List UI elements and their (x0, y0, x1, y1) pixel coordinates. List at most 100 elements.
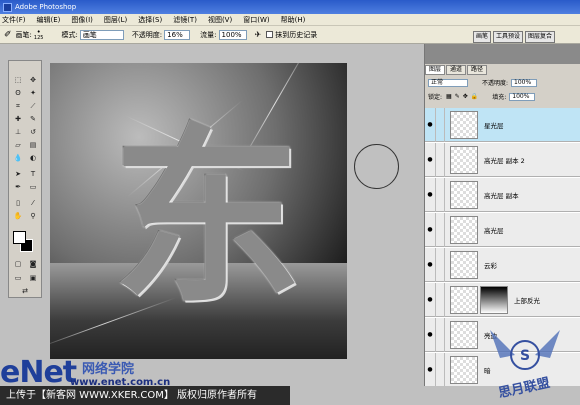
layer-name: 高光层 副本 2 (484, 156, 525, 165)
healing-brush-icon[interactable]: ✚ (12, 114, 24, 124)
mode-label: 模式: (61, 30, 78, 39)
eraser-tool-icon[interactable]: ▱ (12, 140, 24, 150)
hand-tool-icon[interactable]: ✋ (12, 211, 24, 221)
opacity-field[interactable]: 16% (164, 29, 191, 40)
lock-transparency-icon[interactable]: ▦ (446, 93, 452, 100)
eye-icon[interactable]: ● (425, 226, 435, 233)
stamp-logo: S 思月联盟 (490, 330, 560, 401)
dodge-tool-icon[interactable]: ◐ (27, 153, 39, 163)
brush-tool-icon[interactable]: ✎ (27, 114, 39, 124)
menu-image[interactable]: 图像(I) (71, 15, 93, 25)
fill-field[interactable]: 100% (509, 92, 536, 101)
photoshop-icon (3, 2, 12, 12)
path-select-icon[interactable]: ➤ (12, 169, 24, 179)
mode-select[interactable]: 画笔 (79, 29, 124, 40)
dock-tab-tool-presets[interactable]: 工具预设 (493, 31, 524, 43)
enet-college-name: 网络学院 (82, 362, 135, 377)
link-icon[interactable] (435, 317, 445, 352)
eye-icon[interactable]: ● (425, 156, 435, 163)
eraser-icon[interactable]: ✐ (4, 30, 12, 40)
eye-icon[interactable]: ● (425, 366, 435, 373)
document-canvas[interactable]: 东 (50, 63, 347, 359)
tab-layers[interactable]: 图层 (425, 65, 446, 75)
full-screen-icon[interactable]: ▣ (27, 273, 39, 283)
history-brush-icon[interactable]: ↺ (27, 127, 39, 137)
type-tool-icon[interactable]: T (27, 169, 39, 179)
eyedropper-icon[interactable]: ⁄ (27, 198, 39, 208)
lock-paint-icon[interactable]: ✎ (455, 93, 460, 100)
menu-edit[interactable]: 编辑(E) (37, 15, 61, 25)
menu-help[interactable]: 帮助(H) (281, 15, 306, 25)
panel-tabs: 图层 通道 路径 (425, 65, 580, 75)
gradient-tool-icon[interactable]: ▤ (27, 140, 39, 150)
flow-label: 流量: (200, 30, 217, 39)
lasso-tool-icon[interactable]: ʘ (12, 88, 24, 98)
brush-picker[interactable]: • 125 (34, 28, 44, 41)
rendered-glyph: 东 (112, 106, 303, 329)
brush-label: 画笔: (15, 30, 32, 39)
slice-tool-icon[interactable]: ⟋ (27, 101, 39, 111)
link-icon[interactable] (435, 247, 445, 282)
menu-filter[interactable]: 滤镜(T) (173, 15, 197, 25)
eye-icon[interactable]: ● (425, 191, 435, 198)
link-icon[interactable] (435, 177, 445, 212)
eye-icon[interactable]: ● (425, 331, 435, 338)
blur-tool-icon[interactable]: 💧 (12, 153, 24, 163)
menu-view[interactable]: 视图(V) (208, 15, 232, 25)
layer-opacity-field[interactable]: 100% (511, 78, 538, 87)
menu-layer[interactable]: 图层(L) (104, 15, 127, 25)
brush-link-icon[interactable] (435, 108, 445, 142)
layer-name: 云彩 (484, 261, 497, 270)
flow-field[interactable]: 100% (218, 29, 247, 40)
panel-header (425, 44, 580, 64)
crop-tool-icon[interactable]: ⌗ (12, 101, 24, 111)
airbrush-icon[interactable]: ✈ (255, 30, 262, 39)
lock-all-icon[interactable]: 🔒 (471, 93, 478, 100)
toolbox: ⬚ ✥ ʘ ✦ ⌗ ⟋ ✚ ✎ ⊥ ↺ ▱ ▤ 💧 ◐ ➤ T ✒ ▭ ▯ ⁄ … (8, 60, 42, 298)
layer-row[interactable]: ● 高光层 副本 2 (425, 142, 580, 177)
eye-icon[interactable]: ● (425, 121, 435, 128)
layer-row[interactable]: ● 云彩 (425, 247, 580, 282)
zoom-tool-icon[interactable]: ⚲ (27, 211, 39, 221)
dock-tab-brushes[interactable]: 画笔 (473, 31, 492, 43)
link-icon[interactable] (435, 142, 445, 177)
layer-row[interactable]: ● 高光层 (425, 212, 580, 247)
menu-window[interactable]: 窗口(W) (243, 15, 269, 25)
quick-mask-icon[interactable]: ◙ (27, 259, 39, 269)
link-icon[interactable] (435, 282, 445, 317)
layer-thumbnail (450, 110, 478, 139)
eye-icon[interactable]: ● (425, 261, 435, 268)
link-icon[interactable] (435, 212, 445, 247)
move-tool-icon[interactable]: ✥ (27, 75, 39, 85)
eye-icon[interactable]: ● (425, 296, 435, 303)
screen-mode-icon[interactable]: ▭ (12, 273, 24, 283)
layer-row[interactable]: ● 高光层 副本 (425, 177, 580, 212)
history-checkbox[interactable] (266, 31, 274, 38)
notes-tool-icon[interactable]: ▯ (12, 198, 24, 208)
marquee-tool-icon[interactable]: ⬚ (12, 75, 24, 85)
blend-mode-select[interactable]: 正常 (428, 78, 468, 87)
tab-channels[interactable]: 通道 (446, 65, 467, 75)
tab-paths[interactable]: 路径 (467, 65, 488, 75)
layer-row[interactable]: ● 星光层 (425, 108, 580, 142)
stamp-tool-icon[interactable]: ⊥ (12, 127, 24, 137)
standard-mode-icon[interactable]: ▢ (12, 259, 24, 269)
title-bar: Adobe Photoshop (0, 0, 580, 14)
lock-move-icon[interactable]: ✥ (463, 93, 468, 100)
layer-name: 高光层 副本 (484, 191, 519, 200)
history-label: 抹到历史记录 (275, 30, 318, 39)
link-icon[interactable] (435, 352, 445, 386)
lock-row: 锁定: ▦ ✎ ✥ 🔒 填充: 100% (425, 91, 580, 102)
magic-wand-icon[interactable]: ✦ (27, 88, 39, 98)
dock-tab-layer-comps[interactable]: 图层复合 (525, 31, 556, 43)
svg-text:思月联盟: 思月联盟 (497, 375, 551, 401)
pen-tool-icon[interactable]: ✒ (12, 182, 24, 192)
menu-select[interactable]: 选择(S) (138, 15, 162, 25)
foreground-color-swatch[interactable] (13, 231, 26, 244)
layer-thumbnail (450, 145, 478, 174)
shape-tool-icon[interactable]: ▭ (27, 182, 39, 192)
menu-file[interactable]: 文件(F) (2, 15, 26, 25)
layer-opacity-label: 不透明度: (482, 80, 509, 87)
imageready-jump-icon[interactable]: ⇄ (19, 286, 31, 296)
layer-name: 星光层 (484, 121, 504, 130)
